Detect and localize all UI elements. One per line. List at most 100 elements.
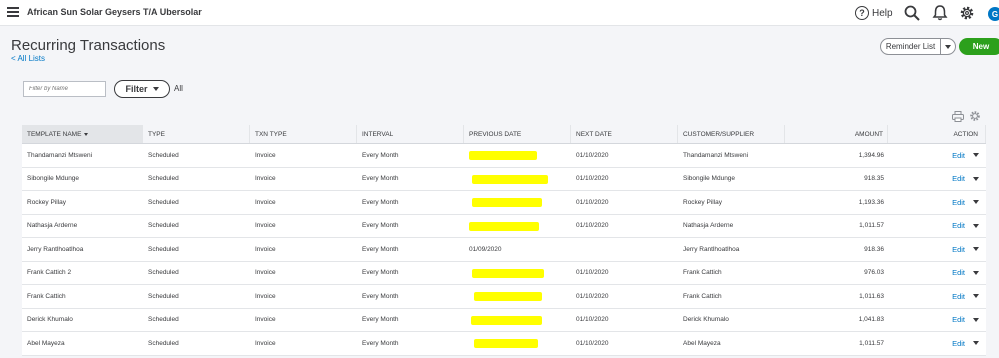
type-cell: Scheduled	[148, 245, 179, 253]
company-name: African Sun Solar Geysers T/A Ubersolar	[27, 7, 202, 17]
filter-button[interactable]: Filter	[114, 80, 170, 98]
interval-cell: Every Month	[362, 222, 399, 230]
amount-cell: 1,011.57	[859, 339, 884, 347]
chevron-down-icon[interactable]	[973, 247, 979, 252]
next-date-cell: 01/10/2020	[576, 198, 609, 206]
page-title: Recurring Transactions	[11, 37, 166, 54]
column-header-type[interactable]: TYPE	[143, 125, 250, 143]
next-date-cell: 01/10/2020	[576, 222, 609, 230]
table-row[interactable]: Frank Cattich Scheduled Invoice Every Month…	[22, 285, 986, 309]
filter-summary: All	[174, 84, 183, 93]
action-cell: Edit	[888, 285, 986, 308]
column-header-next-date[interactable]: NEXT DATE	[571, 125, 678, 143]
settings-icon[interactable]	[969, 110, 981, 122]
type-cell: Scheduled	[148, 269, 179, 277]
table-row[interactable]: Frank Cattich 2 Scheduled Invoice Every Mon…	[22, 262, 986, 285]
amount-cell: 918.36	[864, 245, 884, 253]
gear-icon[interactable]	[958, 4, 976, 22]
chevron-down-icon[interactable]	[973, 270, 979, 275]
reminder-list-button[interactable]: Reminder List	[881, 39, 941, 54]
txn-type-cell: Invoice	[255, 175, 276, 183]
table-row[interactable]: Abel Mayeza Scheduled Invoice Every Month 01…	[22, 332, 986, 356]
chevron-down-icon[interactable]	[973, 294, 979, 299]
redaction-mark	[472, 198, 542, 207]
edit-link[interactable]: Edit	[952, 151, 965, 160]
template-name-cell: Rockey Pillay	[27, 198, 67, 206]
action-cell: Edit	[888, 309, 986, 332]
txn-type-cell: Invoice	[255, 198, 276, 206]
redaction-mark	[472, 174, 548, 184]
reminder-list-dropdown[interactable]	[941, 39, 955, 54]
recurring-transactions-table: TEMPLATE NAME TYPE TXN TYPE INTERVAL PRE…	[22, 125, 986, 356]
all-lists-link[interactable]: < All Lists	[11, 54, 45, 63]
column-header-action: ACTION	[888, 125, 986, 143]
amount-cell: 918.35	[864, 175, 884, 183]
action-cell: Edit	[888, 238, 986, 261]
amount-cell: 1,011.57	[859, 222, 884, 230]
chevron-down-icon[interactable]	[973, 176, 979, 181]
chevron-down-icon	[945, 44, 951, 49]
type-cell: Scheduled	[148, 198, 179, 206]
edit-link[interactable]: Edit	[952, 292, 965, 301]
chevron-down-icon[interactable]	[973, 223, 979, 228]
type-cell: Scheduled	[148, 222, 179, 230]
interval-cell: Every Month	[362, 175, 399, 183]
column-header-previous-date[interactable]: PREVIOUS DATE	[464, 125, 571, 143]
column-header-txn-type[interactable]: TXN TYPE	[250, 125, 357, 143]
table-row[interactable]: Derick Khumalo Scheduled Invoice Every Mont…	[22, 309, 986, 332]
edit-link[interactable]: Edit	[952, 268, 965, 277]
redaction-mark	[469, 151, 537, 160]
amount-cell: 1,041.83	[858, 316, 884, 324]
edit-link[interactable]: Edit	[952, 198, 965, 207]
action-cell: Edit	[888, 262, 986, 285]
next-date-cell	[571, 238, 678, 261]
chevron-down-icon[interactable]	[973, 317, 979, 322]
chevron-down-icon[interactable]	[973, 341, 979, 346]
table-row[interactable]: Thandamanzi Mtsweni Scheduled Invoice Every…	[22, 144, 986, 168]
action-cell: Edit	[888, 144, 986, 167]
next-date-cell: 01/10/2020	[576, 292, 609, 300]
type-cell: Scheduled	[148, 292, 179, 300]
column-header-template-name[interactable]: TEMPLATE NAME	[22, 125, 143, 143]
edit-link[interactable]: Edit	[952, 245, 965, 254]
new-button[interactable]: New	[959, 38, 999, 55]
txn-type-cell: Invoice	[255, 316, 276, 324]
amount-cell: 1,011.63	[859, 292, 884, 300]
template-name-cell: Frank Cattich 2	[27, 269, 72, 277]
table-row[interactable]: Nathasja Arderne Scheduled Invoice Every Mo…	[22, 215, 986, 238]
chevron-down-icon[interactable]	[973, 153, 979, 158]
chevron-down-icon[interactable]	[973, 200, 979, 205]
help-button[interactable]: ? Help	[855, 4, 893, 22]
print-icon[interactable]	[952, 111, 964, 122]
edit-link[interactable]: Edit	[952, 339, 965, 348]
interval-cell: Every Month	[362, 316, 399, 324]
interval-cell: Every Month	[362, 269, 399, 277]
edit-link[interactable]: Edit	[952, 174, 965, 183]
edit-link[interactable]: Edit	[952, 315, 965, 324]
column-header-interval[interactable]: INTERVAL	[357, 125, 464, 143]
txn-type-cell: Invoice	[255, 222, 276, 230]
top-bar: African Sun Solar Geysers T/A Ubersolar …	[0, 0, 999, 26]
bell-icon[interactable]	[931, 4, 949, 22]
edit-link[interactable]: Edit	[952, 221, 965, 230]
search-icon[interactable]	[903, 4, 921, 22]
action-cell: Edit	[888, 191, 986, 214]
avatar[interactable]: G	[988, 7, 999, 21]
filter-by-name-input[interactable]	[23, 81, 106, 97]
table-header: TEMPLATE NAME TYPE TXN TYPE INTERVAL PRE…	[22, 125, 986, 144]
customer-supplier-cell: Rockey Pillay	[683, 198, 723, 206]
interval-cell: Every Month	[362, 292, 399, 300]
template-name-cell: Abel Mayeza	[27, 339, 65, 347]
table-row[interactable]: Jerry Rantlhoatlhoa Scheduled Invoice Every…	[22, 238, 986, 262]
filter-label: Filter	[125, 84, 148, 94]
next-date-cell: 01/10/2020	[576, 175, 609, 183]
column-header-customer-supplier[interactable]: CUSTOMER/SUPPLIER	[678, 125, 785, 143]
help-icon: ?	[855, 6, 869, 20]
table-row[interactable]: Sibongile Mdunge Scheduled Invoice Every Mo…	[22, 168, 986, 191]
customer-supplier-cell: Abel Mayeza	[683, 339, 721, 347]
txn-type-cell: Invoice	[255, 151, 276, 159]
hamburger-icon[interactable]	[7, 7, 19, 17]
action-cell: Edit	[888, 332, 986, 355]
table-row[interactable]: Rockey Pillay Scheduled Invoice Every Month…	[22, 191, 986, 215]
column-header-amount[interactable]: AMOUNT	[785, 125, 888, 143]
